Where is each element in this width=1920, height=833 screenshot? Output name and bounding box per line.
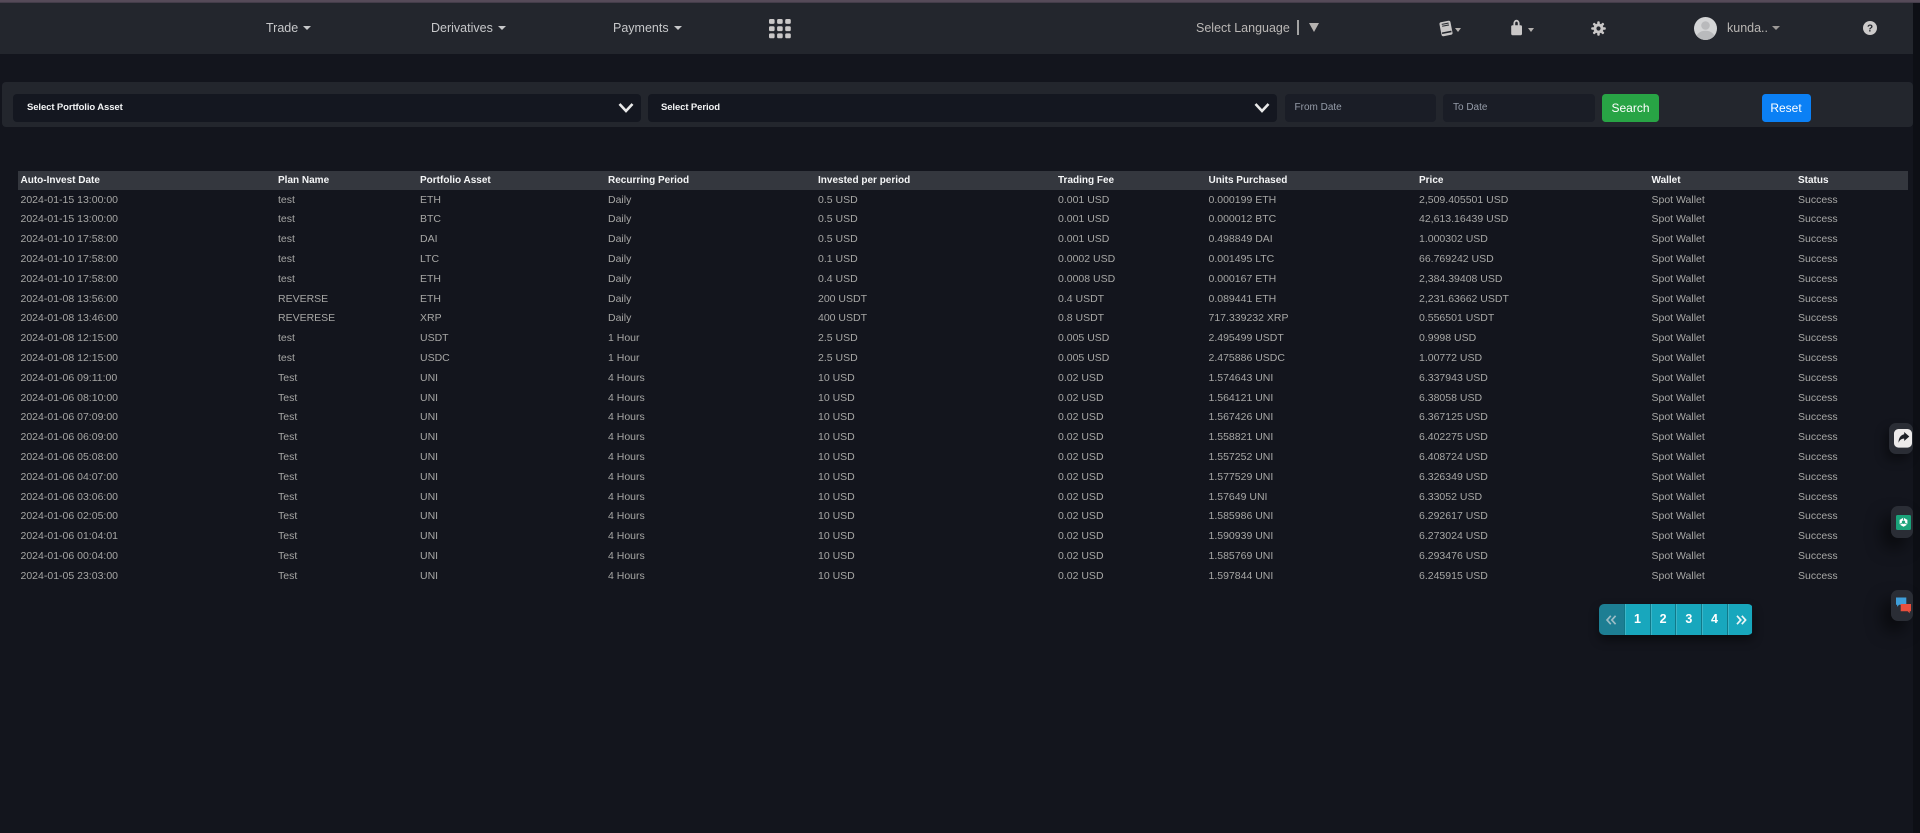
svg-text:?: ?	[1867, 24, 1873, 35]
